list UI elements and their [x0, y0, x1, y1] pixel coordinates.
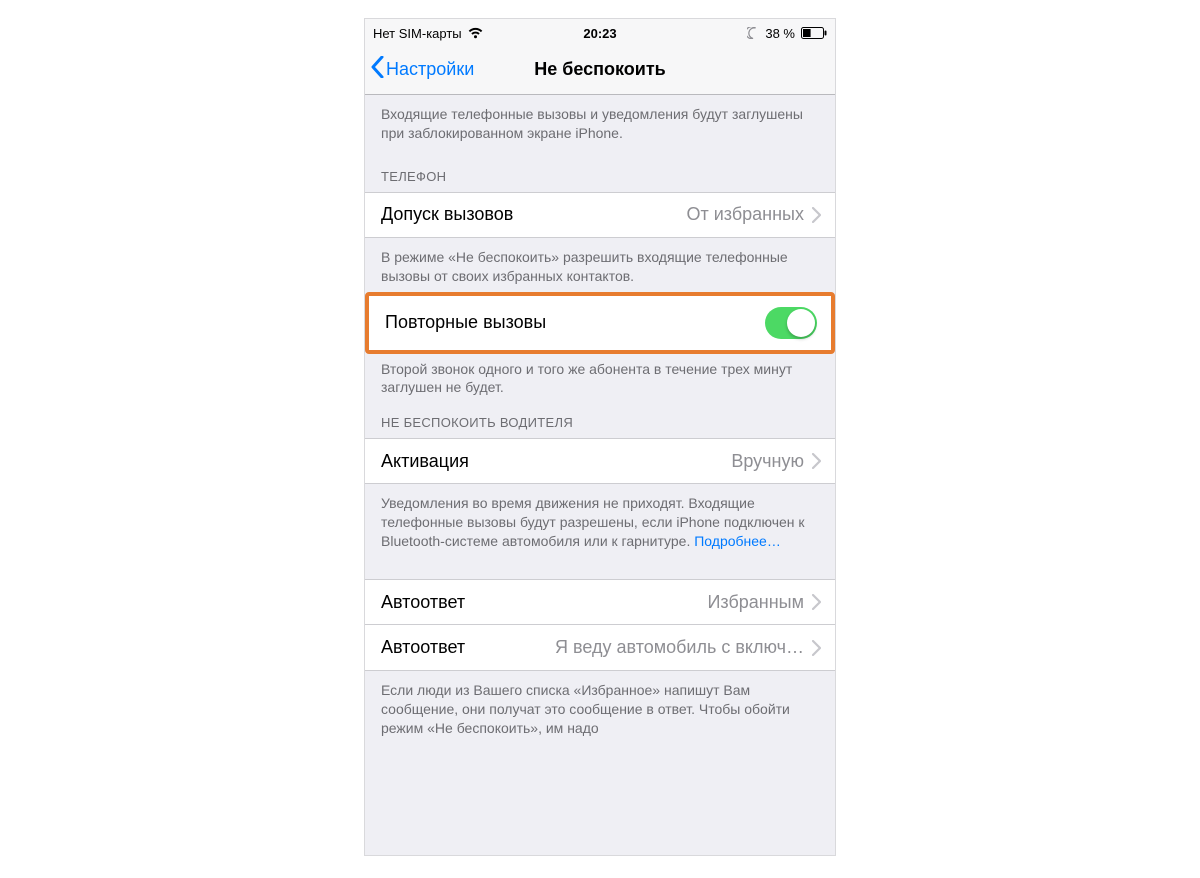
autoreply-message-row[interactable]: Автоответ Я веду автомобиль с включ…	[365, 625, 835, 671]
top-description: Входящие телефонные вызовы и уведомления…	[365, 95, 835, 153]
chevron-right-icon	[812, 453, 821, 469]
battery-percent: 38 %	[765, 26, 795, 41]
repeat-calls-label: Повторные вызовы	[385, 312, 546, 333]
settings-content[interactable]: Входящие телефонные вызовы и уведомления…	[365, 95, 835, 855]
chevron-right-icon	[812, 640, 821, 656]
wifi-icon	[468, 27, 483, 39]
autoreply-message-label: Автоответ	[381, 637, 465, 658]
back-label: Настройки	[386, 59, 474, 80]
chevron-right-icon	[812, 207, 821, 223]
highlight-repeat-calls: Повторные вызовы	[365, 292, 835, 354]
allow-calls-label: Допуск вызовов	[381, 204, 513, 225]
phone-screen: Нет SIM-карты 20:23 38 %	[364, 18, 836, 856]
carrier-text: Нет SIM-карты	[373, 26, 462, 41]
repeat-calls-description: Второй звонок одного и того же абонента …	[365, 350, 835, 408]
chevron-right-icon	[812, 594, 821, 610]
allow-calls-value: От избранных	[686, 204, 804, 225]
chevron-left-icon	[371, 56, 384, 83]
toggle-knob	[787, 309, 815, 337]
activation-value: Вручную	[731, 451, 804, 472]
nav-bar: Настройки Не беспокоить	[365, 45, 835, 95]
section-header-phone: ТЕЛЕФОН	[365, 153, 835, 192]
autoreply-to-row[interactable]: Автоответ Избранным	[365, 579, 835, 625]
repeat-calls-row[interactable]: Повторные вызовы	[369, 296, 831, 350]
autoreply-description: Если люди из Вашего списка «Избранное» н…	[365, 671, 835, 748]
activation-row[interactable]: Активация Вручную	[365, 438, 835, 484]
battery-icon	[801, 27, 827, 39]
repeat-calls-toggle[interactable]	[765, 307, 817, 339]
autoreply-to-value: Избранным	[707, 592, 804, 613]
learn-more-link[interactable]: Подробнее…	[694, 533, 781, 549]
status-bar: Нет SIM-карты 20:23 38 %	[365, 19, 835, 45]
activation-description: Уведомления во время движения не приходя…	[365, 484, 835, 561]
moon-icon	[747, 27, 759, 39]
allow-calls-description: В режиме «Не беспокоить» разрешить входя…	[365, 238, 835, 296]
autoreply-message-value: Я веду автомобиль с включ…	[555, 637, 804, 658]
allow-calls-row[interactable]: Допуск вызовов От избранных	[365, 192, 835, 238]
activation-label: Активация	[381, 451, 469, 472]
section-header-driving: НЕ БЕСПОКОИТЬ ВОДИТЕЛЯ	[365, 407, 835, 438]
back-button[interactable]: Настройки	[371, 56, 474, 83]
autoreply-to-label: Автоответ	[381, 592, 465, 613]
